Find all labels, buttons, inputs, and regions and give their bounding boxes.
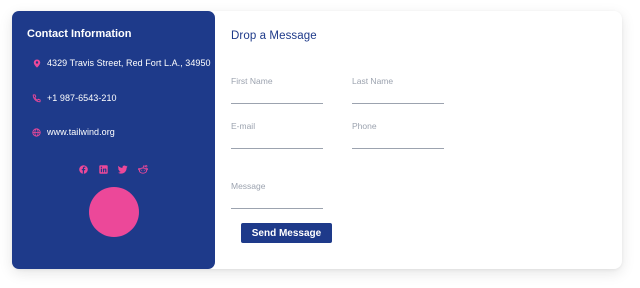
message-field[interactable]: Message (231, 181, 323, 209)
email-underline (231, 148, 323, 149)
contact-card: Contact Information 4329 Travis Street, … (12, 11, 622, 269)
decorative-circle (89, 187, 139, 237)
phone-row: +1 987-6543-210 (32, 93, 117, 103)
phone-underline (352, 148, 444, 149)
email-label: E-mail (231, 121, 256, 131)
address-text: 4329 Travis Street, Red Fort L.A., 34950 (47, 58, 211, 68)
contact-info-title: Contact Information (27, 28, 132, 40)
phone-text: +1 987-6543-210 (47, 93, 117, 103)
last-name-underline (352, 103, 444, 104)
form-title: Drop a Message (231, 30, 317, 42)
social-links (78, 164, 148, 174)
website-link[interactable]: www.tailwind.org (47, 127, 115, 137)
last-name-input[interactable] (352, 88, 444, 102)
facebook-icon[interactable] (78, 164, 88, 174)
message-underline (231, 208, 323, 209)
email-field[interactable]: E-mail (231, 121, 323, 149)
linkedin-icon[interactable] (98, 164, 108, 174)
message-label: Message (231, 181, 266, 191)
website-row[interactable]: www.tailwind.org (32, 127, 115, 137)
last-name-field[interactable]: Last Name (352, 76, 444, 104)
last-name-label: Last Name (352, 76, 394, 86)
email-input[interactable] (231, 133, 323, 147)
message-input[interactable] (231, 193, 323, 207)
first-name-field[interactable]: First Name (231, 76, 323, 104)
phone-icon (32, 93, 41, 103)
address-row: 4329 Travis Street, Red Fort L.A., 34950 (32, 58, 211, 68)
phone-field[interactable]: Phone (352, 121, 444, 149)
twitter-icon[interactable] (118, 164, 128, 174)
globe-icon (32, 127, 41, 137)
contact-info-panel: Contact Information 4329 Travis Street, … (12, 11, 215, 269)
location-pin-icon (32, 59, 41, 68)
send-message-button[interactable]: Send Message (241, 223, 332, 243)
first-name-input[interactable] (231, 88, 323, 102)
phone-label: Phone (352, 121, 377, 131)
first-name-label: First Name (231, 76, 273, 86)
first-name-underline (231, 103, 323, 104)
reddit-icon[interactable] (138, 164, 148, 174)
phone-input[interactable] (352, 133, 444, 147)
